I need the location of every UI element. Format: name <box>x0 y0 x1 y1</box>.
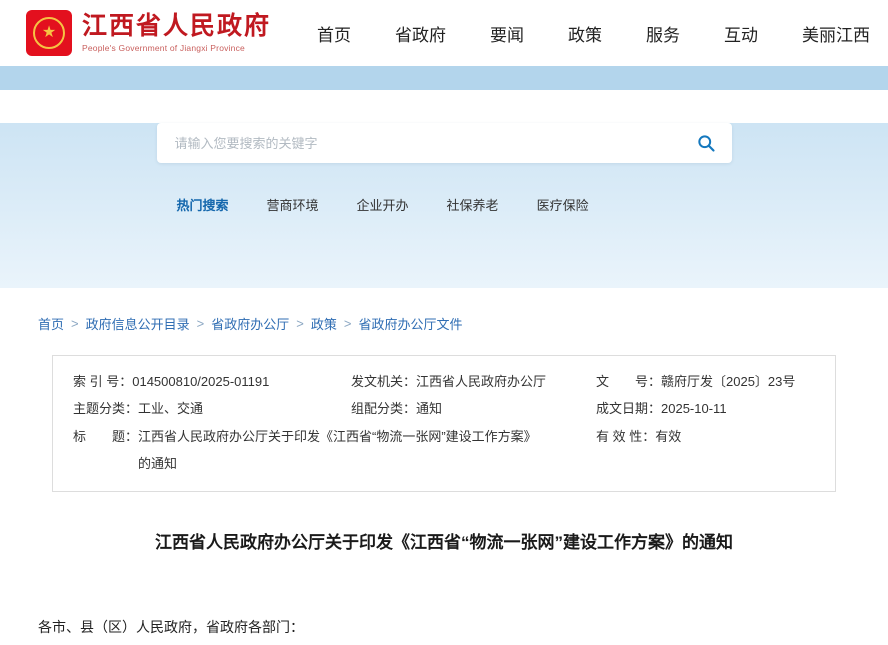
nav-news[interactable]: 要闻 <box>490 21 524 46</box>
breadcrumb-separator: > <box>296 316 304 331</box>
breadcrumb: 首页 > 政府信息公开目录 > 省政府办公厅 > 政策 > 省政府办公厅文件 <box>38 288 850 333</box>
header-accent-band <box>0 66 888 90</box>
hot-search-social-security[interactable]: 社保养老 <box>447 195 499 214</box>
meta-docno-label: 文 号： <box>596 368 661 395</box>
meta-index-label: 索 引 号： <box>73 368 132 395</box>
site-brand: 江西省人民政府 People's Government of Jiangxi P… <box>82 13 271 53</box>
meta-group-category: 组配分类： 通知 <box>351 395 596 422</box>
nav-provincial-government[interactable]: 省政府 <box>395 21 446 46</box>
breadcrumb-home[interactable]: 首页 <box>38 314 64 333</box>
meta-row-1: 索 引 号： 014500810/2025-01191 发文机关： 江西省人民政… <box>73 368 815 395</box>
meta-index-value: 014500810/2025-01191 <box>132 368 269 395</box>
nav-policy[interactable]: 政策 <box>568 21 602 46</box>
hot-search-enterprise[interactable]: 企业开办 <box>357 195 409 214</box>
breadcrumb-general-office[interactable]: 省政府办公厅 <box>211 314 289 333</box>
nav-home[interactable]: 首页 <box>317 21 351 46</box>
nav-interaction[interactable]: 互动 <box>724 21 758 46</box>
meta-document-title: 标 题： 江西省人民政府办公厅关于印发《江西省“物流一张网”建设工作方案》的通知 <box>73 423 596 478</box>
article-title: 江西省人民政府办公厅关于印发《江西省“物流一张网”建设工作方案》的通知 <box>38 528 850 553</box>
hot-search-business-env[interactable]: 营商环境 <box>267 195 319 214</box>
meta-issuer-label: 发文机关： <box>351 368 416 395</box>
meta-group-value: 通知 <box>416 395 442 422</box>
breadcrumb-separator: > <box>71 316 79 331</box>
meta-issue-date: 成文日期： 2025-10-11 <box>596 395 815 422</box>
meta-date-value: 2025-10-11 <box>661 395 727 422</box>
site-header: ★ 江西省人民政府 People's Government of Jiangxi… <box>0 0 888 66</box>
search-input[interactable] <box>157 123 732 163</box>
meta-title-value: 江西省人民政府办公厅关于印发《江西省“物流一张网”建设工作方案》的通知 <box>138 423 533 478</box>
meta-validity-value: 有效 <box>655 423 681 450</box>
meta-group-label: 组配分类： <box>351 395 416 422</box>
site-subtitle: People's Government of Jiangxi Province <box>82 43 271 53</box>
meta-index-number: 索 引 号： 014500810/2025-01191 <box>73 368 351 395</box>
meta-theme-value: 工业、交通 <box>138 395 203 422</box>
breadcrumb-separator: > <box>197 316 205 331</box>
meta-theme-label: 主题分类： <box>73 395 138 422</box>
breadcrumb-policy[interactable]: 政策 <box>311 314 337 333</box>
search-icon[interactable] <box>696 133 716 153</box>
site-logo[interactable]: ★ <box>26 10 72 56</box>
hot-search-label[interactable]: 热门搜索 <box>177 195 229 214</box>
meta-date-label: 成文日期： <box>596 395 661 422</box>
meta-theme-category: 主题分类： 工业、交通 <box>73 395 351 422</box>
meta-issuing-agency: 发文机关： 江西省人民政府办公厅 <box>351 368 596 395</box>
national-emblem-icon: ★ <box>33 17 65 49</box>
breadcrumb-separator: > <box>344 316 352 331</box>
meta-issuer-value: 江西省人民政府办公厅 <box>416 368 546 395</box>
meta-document-number: 文 号： 赣府厅发〔2025〕23号 <box>596 368 815 395</box>
main-nav: 首页 省政府 要闻 政策 服务 互动 美丽江西 <box>317 21 874 46</box>
meta-validity-label: 有 效 性： <box>596 423 655 450</box>
breadcrumb-office-documents[interactable]: 省政府办公厅文件 <box>358 314 462 333</box>
meta-validity: 有 效 性： 有效 <box>596 423 815 478</box>
article-salutation: 各市、县（区）人民政府，省政府各部门： <box>38 617 850 637</box>
nav-beautiful-jiangxi[interactable]: 美丽江西 <box>802 21 870 46</box>
meta-title-label: 标 题： <box>73 423 138 450</box>
nav-services[interactable]: 服务 <box>646 21 680 46</box>
meta-row-2: 主题分类： 工业、交通 组配分类： 通知 成文日期： 2025-10-11 <box>73 395 815 422</box>
document-meta-table: 索 引 号： 014500810/2025-01191 发文机关： 江西省人民政… <box>52 355 836 492</box>
search-hero: 热门搜索 营商环境 企业开办 社保养老 医疗保险 <box>0 123 888 288</box>
hot-search-row: 热门搜索 营商环境 企业开办 社保养老 医疗保险 <box>157 195 732 214</box>
content-panel: 首页 > 政府信息公开目录 > 省政府办公厅 > 政策 > 省政府办公厅文件 索… <box>0 288 888 645</box>
meta-row-3: 标 题： 江西省人民政府办公厅关于印发《江西省“物流一张网”建设工作方案》的通知… <box>73 423 815 478</box>
site-title: 江西省人民政府 <box>82 13 271 41</box>
hot-search-medical[interactable]: 医疗保险 <box>537 195 589 214</box>
meta-docno-value: 赣府厅发〔2025〕23号 <box>661 368 795 395</box>
breadcrumb-info-catalog[interactable]: 政府信息公开目录 <box>86 314 190 333</box>
search-bar <box>157 123 732 163</box>
